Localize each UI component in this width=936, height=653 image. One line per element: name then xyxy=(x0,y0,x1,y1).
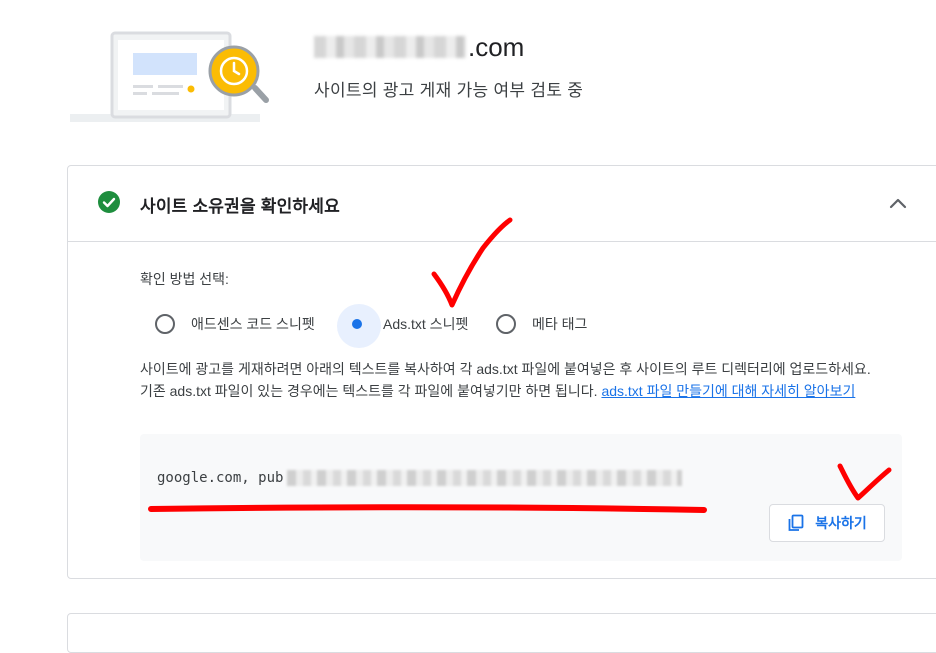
radio-ads-txt-snippet[interactable]: Ads.txt 스니펫 xyxy=(337,304,469,348)
site-status-text: 사이트의 광고 게재 가능 여부 검토 중 xyxy=(314,81,584,100)
redacted-publisher-id xyxy=(287,470,683,486)
radio-adsense-code-snippet[interactable]: 애드센스 코드 스니펫 xyxy=(155,308,315,340)
snippet-prefix: google.com, pub xyxy=(157,470,284,486)
chevron-up-icon[interactable] xyxy=(886,192,910,216)
check-circle-icon xyxy=(98,191,120,213)
ads-txt-snippet-box: google.com, pub 복사하기 xyxy=(140,434,902,561)
card-header[interactable]: 사이트 소유권을 확인하세요 xyxy=(68,166,936,242)
radio-button[interactable] xyxy=(496,314,516,334)
card-title: 사이트 소유권을 확인하세요 xyxy=(140,197,340,216)
site-domain: .com xyxy=(314,30,524,64)
radio-label: 메타 태그 xyxy=(532,316,588,332)
radio-button[interactable] xyxy=(155,314,175,334)
next-step-card xyxy=(67,613,936,653)
site-review-illustration xyxy=(70,31,269,122)
redacted-domain-name xyxy=(314,36,466,58)
copy-button[interactable]: 복사하기 xyxy=(769,504,885,542)
radio-selected-dot xyxy=(352,319,362,329)
copy-icon xyxy=(788,514,804,531)
learn-more-link[interactable]: ads.txt 파일 만들기에 대해 자세히 알아보기 xyxy=(601,383,855,399)
method-select-label: 확인 방법 선택: xyxy=(140,271,229,287)
verify-ownership-card: 사이트 소유권을 확인하세요 확인 방법 선택: 애드센스 코드 스니펫 Ads… xyxy=(67,165,936,579)
domain-suffix: .com xyxy=(468,31,525,62)
copy-button-label: 복사하기 xyxy=(815,515,867,531)
radio-button-selected[interactable] xyxy=(337,304,381,348)
radio-meta-tag[interactable]: 메타 태그 xyxy=(496,308,587,340)
radio-label: Ads.txt 스니펫 xyxy=(383,316,469,332)
instruction-text: 사이트에 광고를 게재하려면 아래의 텍스트를 복사하여 각 ads.txt 파… xyxy=(140,358,885,402)
ads-txt-snippet-code: google.com, pub xyxy=(157,470,683,486)
radio-label: 애드센스 코드 스니펫 xyxy=(191,316,315,332)
